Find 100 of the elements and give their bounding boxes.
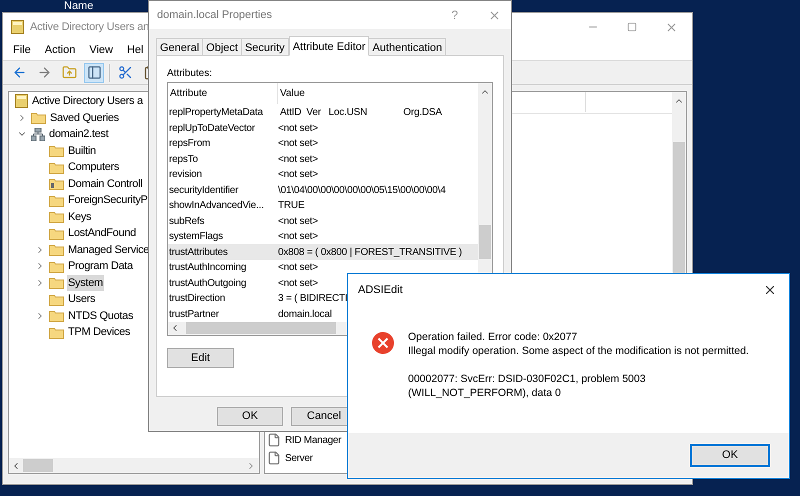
- horizontal-scrollbar[interactable]: [9, 458, 259, 473]
- attribute-name: replPropertyMetaData: [168, 106, 264, 120]
- attribute-value: <not set>: [278, 230, 318, 244]
- attribute-row[interactable]: repsTo <not set>: [168, 151, 478, 167]
- attribute-value: <not set>: [278, 168, 318, 182]
- scrollbar-thumb[interactable]: [186, 322, 336, 334]
- maximize-icon[interactable]: [627, 22, 637, 32]
- attribute-name: securityIdentifier: [168, 184, 240, 198]
- tab[interactable]: General: [156, 38, 204, 56]
- attribute-name: showInAdvancedVie...: [168, 199, 265, 214]
- close-icon[interactable]: [763, 283, 777, 297]
- list-item[interactable]: RID Manager: [285, 432, 342, 448]
- folder-icon: [49, 309, 64, 322]
- attribute-name: systemFlags: [168, 230, 224, 244]
- attribute-value: 0x808 = ( 0x800 | FOREST_TRANSITIVE ): [278, 246, 462, 260]
- attribute-row[interactable]: repsFrom <not set>: [168, 136, 478, 152]
- tree-item[interactable]: TPM Devices: [67, 324, 132, 340]
- folder-icon: [49, 292, 64, 306]
- tree-item[interactable]: Active Directory Users a: [31, 93, 144, 110]
- attribute-row[interactable]: replPropertyMetaData AttID Ver Loc.USN Org.DSA: [168, 104, 478, 120]
- folder-icon: [49, 226, 64, 240]
- attribute-row[interactable]: revision <not set>: [168, 166, 478, 182]
- tree-item[interactable]: ForeignSecurityP: [67, 192, 149, 208]
- folder-icon: [49, 326, 64, 339]
- ok-button[interactable]: OK: [690, 444, 770, 467]
- folder-icon: [49, 194, 64, 207]
- panel-icon: [86, 65, 102, 80]
- server-tree-icon: [31, 128, 45, 141]
- error-message: Operation failed. Error code: 0x2077: [408, 330, 578, 344]
- tab[interactable]: Object: [202, 38, 242, 56]
- attribute-name: trustDirection: [168, 292, 226, 306]
- section-label: Attributes:: [167, 67, 214, 81]
- attribute-row[interactable]: trustAttributes 0x808 = ( 0x800 | FOREST_TRANSITIVE ): [168, 244, 478, 260]
- book-icon: [11, 20, 24, 34]
- document-icon: [267, 451, 281, 465]
- document-icon: [267, 433, 281, 447]
- tree-item[interactable]: Domain Controll: [67, 176, 144, 192]
- attribute-name: subRefs: [168, 214, 206, 229]
- column-header: Value: [279, 86, 305, 101]
- scrollbar-thumb[interactable]: [479, 225, 491, 259]
- error-icon: [372, 332, 394, 354]
- attribute-name: replUpToDateVector: [168, 122, 256, 136]
- folder-up-icon: [62, 65, 76, 80]
- edit-button[interactable]: Edit: [167, 348, 234, 368]
- column-header: Attribute: [168, 83, 278, 104]
- attribute-value: <not set>: [278, 122, 318, 136]
- column-header: Name: [64, 0, 94, 14]
- attribute-name: trustAuthOutgoing: [168, 276, 248, 291]
- attribute-row[interactable]: showInAdvancedVie... TRUE: [168, 198, 478, 214]
- tab[interactable]: Security: [240, 38, 289, 56]
- menu-item[interactable]: File: [13, 42, 31, 59]
- attribute-row[interactable]: replUpToDateVector <not set>: [168, 120, 478, 136]
- dialog-title: domain.local Properties: [157, 8, 272, 23]
- tree-item[interactable]: Computers: [67, 159, 120, 176]
- tab[interactable]: Attribute Editor: [288, 36, 370, 56]
- tree-item[interactable]: Keys: [67, 208, 92, 225]
- attribute-name: trustAttributes: [168, 246, 229, 260]
- attribute-value: <not set>: [278, 137, 318, 152]
- toolbar-button[interactable]: [84, 62, 104, 82]
- attribute-row[interactable]: subRefs <not set>: [168, 213, 478, 229]
- tree-item[interactable]: Builtin: [67, 142, 97, 159]
- attribute-row[interactable]: securityIdentifier \01\04\00\00\00\00\00\05\15\00\00\00\4: [168, 182, 478, 198]
- folder-icon: [49, 276, 64, 290]
- scrollbar-thumb[interactable]: [23, 459, 53, 472]
- tree-item[interactable]: Users: [67, 291, 96, 308]
- tree-item[interactable]: LostAndFound: [67, 225, 137, 242]
- folder-icon: [49, 243, 64, 256]
- attribute-value: <not set>: [278, 152, 318, 167]
- attribute-name: repsTo: [168, 152, 199, 167]
- attribute-name: revision: [168, 168, 203, 182]
- forward-arrow-icon: [36, 65, 52, 80]
- list-item[interactable]: Server: [285, 450, 313, 466]
- folder-icon: [49, 177, 64, 190]
- menu-item[interactable]: Action: [44, 42, 76, 59]
- menu-item[interactable]: Hel: [126, 42, 144, 59]
- attribute-row[interactable]: trustAuthIncoming <not set>: [168, 260, 478, 276]
- tree-item[interactable]: Managed Service: [67, 242, 150, 258]
- attribute-name: repsFrom: [168, 137, 212, 152]
- tree-item[interactable]: domain2.test: [48, 126, 110, 142]
- error-message: Illegal modify operation. Some aspect of the modification is not permitted.: [408, 344, 750, 358]
- folder-icon: [49, 144, 64, 158]
- menu-item[interactable]: View: [89, 42, 113, 59]
- attribute-row[interactable]: systemFlags <not set>: [168, 228, 478, 244]
- folder-icon: [31, 111, 46, 124]
- attribute-value: \01\04\00\00\00\00\00\05\15\00\00\00\4: [278, 184, 446, 198]
- tree-item[interactable]: Program Data: [67, 258, 134, 274]
- attribute-value: TRUE: [278, 199, 304, 214]
- dialog-title: ADSIEdit: [358, 282, 403, 298]
- attribute-value: <not set>: [278, 214, 318, 229]
- attribute-value: AttID Ver Loc.USN Org.DSA: [279, 106, 442, 120]
- attribute-name: trustPartner: [168, 308, 220, 322]
- scissors-icon: [118, 65, 132, 80]
- tab[interactable]: Authentication: [368, 38, 446, 56]
- tree-item[interactable]: System: [67, 274, 104, 291]
- tree-item[interactable]: Saved Queries: [49, 110, 120, 126]
- tree-item[interactable]: NTDS Quotas: [67, 308, 134, 324]
- attribute-value: domain.local: [278, 308, 332, 322]
- folder-icon: [49, 210, 64, 224]
- error-detail: 00002077: SvcErr: DSID-030F02C1, problem 5003 (WILL_NOT_PERFORM), data 0: [408, 372, 647, 400]
- dialog-button[interactable]: OK: [217, 407, 283, 426]
